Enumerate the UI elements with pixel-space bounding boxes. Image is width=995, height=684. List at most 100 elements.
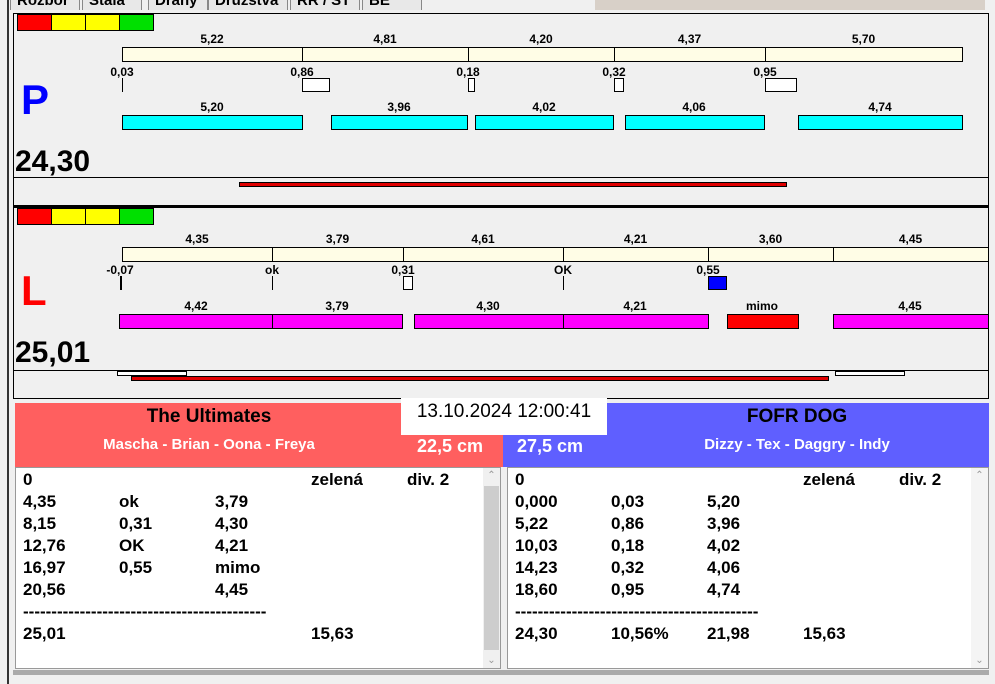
tab-strip-background [595,0,985,10]
deviation-label: 0,55 [696,263,720,277]
list-cell: 0,03 [611,492,645,511]
scrollbar[interactable]: ⌃ ⌄ [971,468,988,668]
segment-bar [614,47,766,62]
segment-label: 3,60 [758,232,783,246]
list-cell: 0,86 [611,514,645,533]
deviation-box [765,78,797,92]
segment-bar [468,47,615,62]
tab-5[interactable]: BE [362,0,422,10]
list-cell: 0 [515,470,525,489]
list-cell: 12,76 [23,536,66,555]
team-right-players: Dizzy - Tex - Daggry - Indy [704,436,890,453]
tab-4[interactable]: RR / ST [290,0,360,10]
segment-label: 4,21 [623,232,648,246]
tab-0[interactable]: Rozbor [10,0,80,10]
team-right-name: FOFR DOG [746,406,848,427]
list-cell: 5,20 [707,492,741,511]
segment-label: 4,37 [677,32,702,46]
team-right-list[interactable]: ⌃ ⌄ 0 zelená div. 2 0,000 0,03 5,20 5,22 0,86 3,9… [507,467,989,669]
list-cell: 10,56% [611,624,669,643]
throw-bar [122,115,303,130]
scroll-up-icon[interactable]: ⌃ [483,470,500,481]
scroll-down-icon[interactable]: ⌄ [971,655,988,666]
list-cell: ----------------------------------------… [23,602,267,621]
tab-2[interactable]: Dráhy [148,0,208,10]
deviation-tick [272,276,273,290]
list-cell: 0 [23,470,33,489]
list-cell: zelená [311,470,363,489]
status-block [85,208,120,225]
throw-label: 4,42 [184,299,208,313]
throw-bar [625,115,765,130]
list-cell: mimo [215,558,261,577]
status-block [51,14,86,31]
lane-total: 25,01 [15,336,91,369]
list-cell: 0,55 [119,558,153,577]
list-cell: 10,03 [515,536,558,555]
lane-letter: L [21,267,47,314]
list-cell: div. 2 [899,470,942,489]
segment-label: 4,35 [185,232,209,246]
deviation-label: 0,32 [602,65,626,79]
scroll-down-icon[interactable]: ⌄ [483,655,500,666]
lane-total: 24,30 [15,145,91,178]
deviation-label: 0,95 [753,65,777,79]
deviation-label: OK [554,263,572,277]
deviation-label: 0,03 [110,65,134,79]
list-cell: 21,98 [707,624,750,643]
list-cell: 4,74 [707,580,741,599]
team-left-players: Mascha - Brian - Oona - Freya [103,436,315,453]
segment-label: 5,22 [200,32,224,46]
segment-bar [708,247,834,262]
progress-bar [835,371,905,376]
throw-label: 4,74 [868,100,892,114]
throw-bar [833,314,989,329]
deviation-box [302,78,330,92]
list-cell: 4,21 [215,536,249,555]
segment-bar [272,247,404,262]
throw-label: 4,06 [682,100,706,114]
throw-bar [475,115,614,130]
deviation-label: 0,31 [391,263,415,277]
segment-bar [302,47,469,62]
lane-p-panel: 5,22 4,81 4,20 4,37 5,70 0,03 0,86 0,18 0,32 0,95… [13,13,989,206]
throw-bar [272,314,403,329]
deviation-box [614,78,624,92]
team-left-list[interactable]: ⌃ ⌄ 0 zelená div. 2 4,35 ok 3,79 8,15 0,31 4,30 12… [15,467,501,669]
scroll-thumb[interactable] [484,486,499,650]
tab-3[interactable]: Družstva [208,0,288,10]
progress-bar [131,376,829,381]
list-cell: 20,56 [23,580,66,599]
window-edge [7,0,9,684]
deviation-box [708,276,727,290]
list-cell: 24,30 [515,624,558,643]
deviation-label: ok [264,263,280,277]
throw-bar [414,314,564,329]
list-cell: div. 2 [407,470,450,489]
status-block [85,14,120,31]
list-cell: 4,35 [23,492,57,511]
segment-label: 4,20 [529,32,553,46]
team-left-distance: 22,5 cm [417,436,484,456]
throw-bar [563,314,709,329]
baseline [14,177,988,178]
lane-letter: P [21,76,50,123]
throw-label: 4,21 [623,299,647,313]
list-cell: OK [119,536,145,555]
list-cell: ok [119,492,139,511]
scrollbar[interactable]: ⌃ ⌄ [483,468,500,668]
segment-bar [833,247,989,262]
list-cell: 0,31 [119,514,153,533]
bottom-border [13,670,989,675]
list-cell: 0,18 [611,536,645,555]
segment-bar [122,47,303,62]
status-block [119,14,154,31]
throw-bar [119,314,273,329]
list-cell: 4,02 [707,536,741,555]
segment-bar [403,247,564,262]
list-cell: 8,15 [23,514,57,533]
scroll-up-icon[interactable]: ⌃ [971,470,988,481]
throw-label: 3,96 [387,100,411,114]
segment-bar [122,247,273,262]
tab-1[interactable]: Stala [82,0,142,10]
